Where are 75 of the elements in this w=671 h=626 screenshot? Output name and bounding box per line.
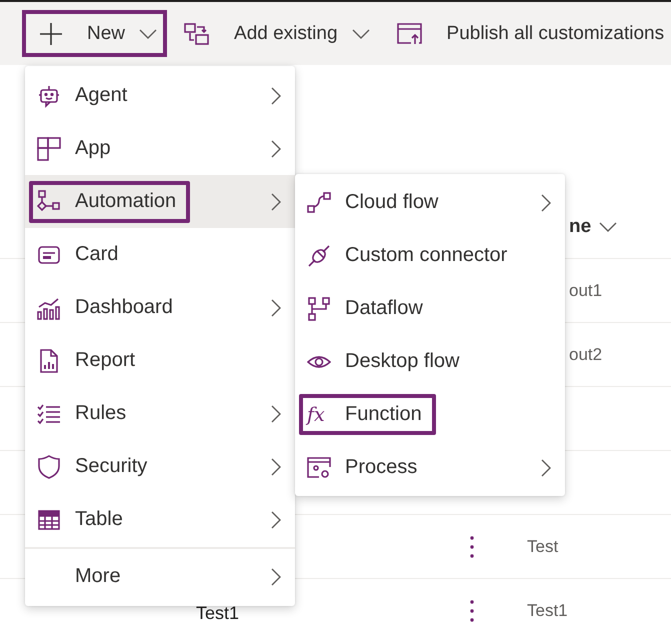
table-cell: Test1 — [196, 603, 240, 624]
table-icon — [37, 508, 61, 532]
grid-icon — [37, 136, 61, 160]
toolbar-button[interactable]: Publish all customizations — [380, 10, 671, 57]
menu-item-label: Dashboard — [75, 296, 173, 319]
window-gear-icon — [307, 456, 331, 480]
menu-item-label: Custom connector — [345, 244, 508, 267]
chevron-down-icon — [139, 28, 158, 38]
flow-icon — [307, 190, 331, 214]
button-label: New — [87, 22, 126, 44]
report-icon — [37, 348, 61, 372]
menu-item-label: Report — [75, 349, 136, 372]
column-header[interactable]: ne — [569, 216, 592, 238]
chevron-right-icon — [271, 140, 281, 158]
menu-item-label: Agent — [75, 84, 128, 107]
menu-item-label: Desktop flow — [345, 350, 460, 373]
checklist-icon — [37, 402, 61, 426]
menu-item-label: More — [75, 565, 121, 588]
add-existing-icon — [184, 22, 210, 46]
button-label: Add existing — [234, 22, 338, 44]
hierarchy-icon — [307, 296, 331, 320]
shield-icon — [37, 454, 61, 478]
table-cell: Test1 — [527, 600, 568, 620]
menu-item[interactable]: App — [25, 122, 295, 175]
menu-item[interactable]: Custom connector — [295, 229, 565, 282]
chevron-right-icon — [271, 86, 281, 104]
chevron-right-icon — [271, 404, 281, 422]
table-cell: out1 — [569, 280, 602, 300]
chevron-right-icon — [271, 192, 281, 210]
menu-item-label: Function — [345, 403, 422, 426]
chevron-right-icon — [271, 510, 281, 528]
menu-item-label: Table — [75, 508, 123, 531]
robot-icon — [37, 84, 61, 108]
menu-item[interactable]: More — [25, 550, 295, 603]
menu-item[interactable]: Card — [25, 228, 295, 281]
menu-item-label: Automation — [75, 190, 176, 213]
menu-item[interactable]: Dataflow — [295, 282, 565, 335]
menu-item[interactable]: Rules — [25, 387, 295, 440]
menu-item-label: Dataflow — [345, 297, 423, 320]
button-label: Publish all customizations — [446, 22, 664, 44]
publish-icon — [396, 22, 423, 46]
chevron-right-icon — [271, 568, 281, 586]
chevron-right-icon — [271, 458, 281, 476]
toolbar-button[interactable]: Add existing — [167, 10, 380, 57]
function-icon: fx — [307, 404, 331, 426]
table-cell: out2 — [569, 344, 602, 364]
menu-item[interactable]: Dashboard — [25, 281, 295, 334]
menu-item[interactable]: Desktop flow — [295, 335, 565, 388]
menu-item[interactable]: Agent — [25, 69, 295, 122]
menu-item-label: Process — [345, 456, 418, 479]
highlighted-toolbar-button[interactable]: New — [22, 10, 168, 57]
chevron-right-icon — [271, 298, 281, 316]
menu-item[interactable]: fx Function — [295, 388, 565, 441]
menu-item[interactable]: Security — [25, 440, 295, 493]
menu-item-label: App — [75, 137, 111, 160]
menu-item-label: Security — [75, 455, 148, 478]
menu-item[interactable]: Report — [25, 334, 295, 387]
chevron-down-icon — [352, 28, 370, 38]
menu-item-label: Card — [75, 243, 118, 266]
more-options-icon[interactable] — [470, 536, 474, 558]
plug-icon — [307, 244, 331, 268]
chart-icon — [37, 296, 61, 320]
menu-item[interactable]: Table — [25, 493, 295, 546]
menu-item[interactable]: Process — [295, 441, 565, 494]
menu-item[interactable]: Cloud flow — [295, 176, 565, 229]
chevron-right-icon — [541, 458, 551, 476]
table-cell: Test — [527, 536, 558, 556]
menu-item[interactable]: Automation — [25, 175, 295, 228]
chevron-down-icon — [599, 222, 618, 232]
menu-item-label: Cloud flow — [345, 191, 438, 214]
more-options-icon[interactable] — [470, 600, 474, 622]
plus-icon — [39, 22, 63, 46]
menu-item-label: Rules — [75, 402, 126, 425]
chevron-right-icon — [541, 194, 551, 212]
diagram-icon — [37, 190, 61, 214]
